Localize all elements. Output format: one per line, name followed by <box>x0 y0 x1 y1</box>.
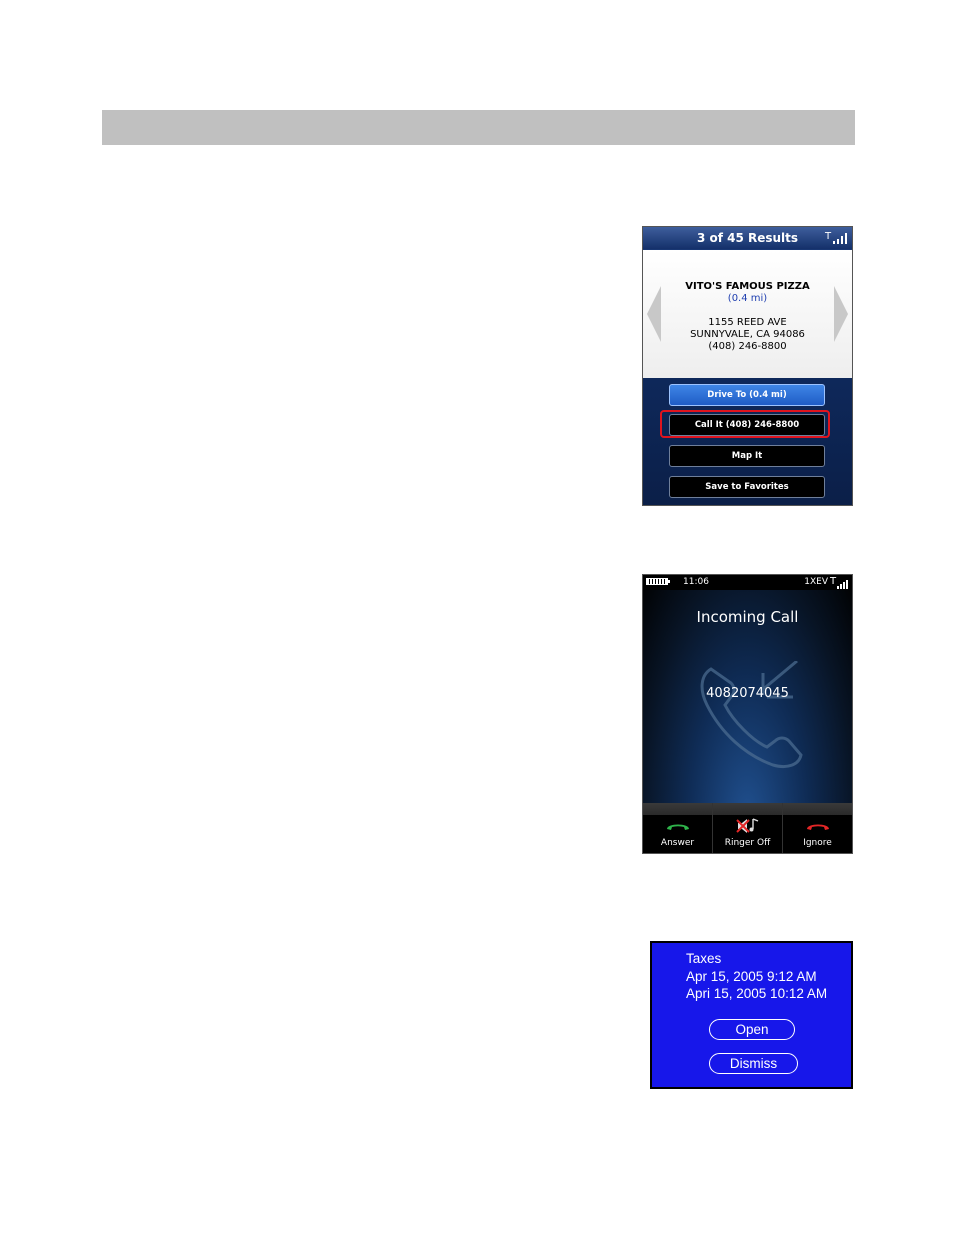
ignore-label: Ignore <box>803 838 832 848</box>
reminder-title: Taxes <box>686 951 722 966</box>
incoming-call-screen: 11:06 1XEV T Incoming Call 4082074045 An… <box>642 574 853 854</box>
status-bar: 11:06 1XEV T <box>643 575 852 590</box>
answer-button[interactable]: Answer <box>643 803 713 853</box>
map-it-button[interactable]: Map It <box>669 445 825 467</box>
results-count: 3 of 45 Results <box>696 231 799 245</box>
address-line-1: 1155 REED AVE <box>708 317 787 328</box>
network-type: 1XEV <box>804 577 828 587</box>
reminder-end-time: Apri 15, 2005 10:12 AM <box>686 986 828 1001</box>
address-line-2: SUNNYVALE, CA 94086 <box>690 329 805 340</box>
open-button[interactable]: Open <box>709 1019 795 1040</box>
ringer-off-label: Ringer Off <box>724 838 771 848</box>
result-card: VITO'S FAMOUS PIZZA (0.4 mi) 1155 REED A… <box>643 250 852 378</box>
business-phone: (408) 246-8800 <box>708 341 787 352</box>
ringer-off-button[interactable]: Ringer Off <box>713 803 783 853</box>
answer-label: Answer <box>660 838 695 848</box>
dismiss-button[interactable]: Dismiss <box>709 1053 798 1074</box>
phone-handset-icon <box>700 661 803 769</box>
ignore-phone-icon <box>806 824 829 830</box>
section-header-bar <box>102 110 855 145</box>
reminder-start-time: Apr 15, 2005 9:12 AM <box>686 969 817 984</box>
save-to-favorites-button[interactable]: Save to Favorites <box>669 476 825 498</box>
call-it-highlight <box>660 410 830 438</box>
incoming-call-title: Incoming Call <box>696 608 799 626</box>
business-name: VITO'S FAMOUS PIZZA <box>685 281 810 292</box>
caller-number: 4082074045 <box>706 686 789 701</box>
business-distance: (0.4 mi) <box>727 293 768 304</box>
call-action-bar: Answer Ringer Off Ignore <box>643 803 852 853</box>
ignore-button[interactable]: Ignore <box>783 803 852 853</box>
signal-strength-icon: T <box>830 577 850 589</box>
ringer-off-icon <box>735 818 758 833</box>
search-result-screen: 3 of 45 Results T VITO'S FAMOUS PIZZA (0… <box>642 226 853 506</box>
reminder-dialog: Taxes Apr 15, 2005 9:12 AM Apri 15, 2005… <box>650 941 853 1089</box>
battery-icon <box>646 578 670 585</box>
signal-strength-icon: T <box>825 232 849 244</box>
drive-to-button[interactable]: Drive To (0.4 mi) <box>669 384 825 406</box>
answer-phone-icon <box>666 824 689 830</box>
clock: 11:06 <box>683 577 709 587</box>
results-header: 3 of 45 Results T <box>643 227 852 249</box>
